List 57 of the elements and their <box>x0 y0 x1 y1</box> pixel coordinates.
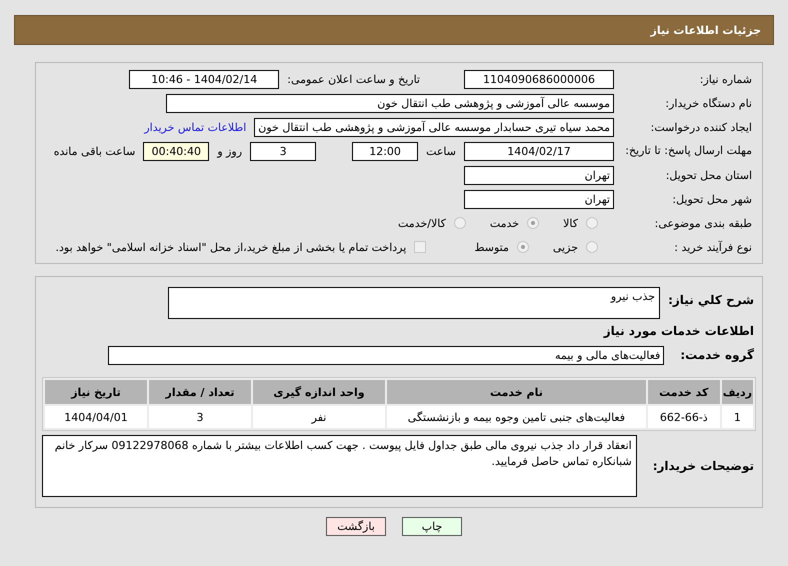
radio-button[interactable] <box>516 241 529 253</box>
announce-date-field: 1404/02/14 - 10:46 <box>129 70 280 88</box>
requester-field: محمد سیاه تیری حسابدار موسسه عالی آموزشی و پژوهشی طب انتقال خون <box>254 118 614 136</box>
radio-label: خدمت <box>490 216 520 230</box>
table-cell: 3 <box>149 406 251 428</box>
window-title: جزئیات اطلاعات نیاز <box>650 24 761 36</box>
service-group-field: فعالیت‌های مالی و بیمه <box>108 346 664 364</box>
deadline-date-field: 1404/02/17 <box>464 142 614 160</box>
table-cell: نفر <box>253 406 385 428</box>
need-number-field: 1104090686000006 <box>464 70 614 88</box>
field-label: ساعت <box>426 144 456 158</box>
column-header: تاریخ نیاز <box>45 380 147 404</box>
deadline-time-field: 12:00 <box>352 142 418 160</box>
column-header: تعداد / مقدار <box>149 380 251 404</box>
remaining-time-field: 00:40:40 <box>143 142 210 160</box>
province-field: تهران <box>464 166 614 184</box>
table-cell: ذ-66-662 <box>648 406 720 428</box>
radio-label: کالا/خدمت <box>398 216 446 230</box>
radio-button[interactable] <box>586 217 598 229</box>
field-label: استان محل تحویل: <box>664 168 753 182</box>
field-label: طبقه بندی موضوعی: <box>654 216 753 230</box>
radio-button[interactable] <box>527 217 540 229</box>
back-button[interactable]: بازگشت <box>326 517 386 536</box>
checkbox-label: پرداخت تمام یا بخشی از مبلغ خرید،از محل "اسناد خزانه اسلامی" خواهد بود. <box>56 240 406 254</box>
field-label: شماره نیاز: <box>698 72 753 86</box>
days-field: 3 <box>250 142 316 160</box>
field-label: گروه خدمت: <box>680 348 755 362</box>
buyer-contact-link[interactable]: اطلاعات تماس خریدار <box>144 120 246 134</box>
field-label: نوع فرآیند خرید : <box>673 240 753 254</box>
field-label: روز و <box>217 144 242 158</box>
radio-label: جزیی <box>552 240 578 254</box>
section-heading: اطلاعات خدمات مورد نیاز <box>604 324 755 338</box>
checkbox[interactable] <box>414 241 426 253</box>
radio-button[interactable] <box>454 217 466 229</box>
print-button[interactable]: چاپ <box>402 517 462 536</box>
column-header: واحد اندازه گیری <box>253 380 385 404</box>
radio-button[interactable] <box>586 241 598 253</box>
column-header: کد خدمت <box>648 380 720 404</box>
field-label: مهلت ارسال پاسخ: تا تاریخ: <box>624 144 753 158</box>
radio-label: متوسط <box>474 240 509 254</box>
field-label: تاریخ و ساعت اعلان عمومی: <box>287 72 420 86</box>
table-cell: 1404/04/01 <box>45 406 147 428</box>
field-label: ایجاد کننده درخواست: <box>650 120 753 134</box>
buyer-org-field: موسسه عالی آموزشی و پژوهشی طب انتقال خون <box>166 94 614 112</box>
column-header: ردیف <box>722 380 753 404</box>
table-cell: فعالیت‌های جنبی تامین وجوه بیمه و بازنشستگی <box>387 406 646 428</box>
field-label: شهر محل تحویل: <box>671 192 753 206</box>
field-label: شرح کلي نیاز: <box>668 293 755 307</box>
field-label: توضیحات خریدار: <box>652 459 755 473</box>
radio-label: کالا <box>563 216 578 230</box>
field-label: نام دستگاه خریدار: <box>664 96 753 110</box>
buyer-notes-field: انعقاد قرار داد جذب نیروی مالی طبق جداول فایل پیوست . جهت کسب اطلاعات بیشتر با شماره 09122978068 سرکار خانم شبانکاره تماس حاصل فرمایید. <box>42 435 637 497</box>
table-cell: 1 <box>722 406 753 428</box>
city-field: تهران <box>464 190 614 208</box>
column-header: نام خدمت <box>387 380 646 404</box>
description-field: جذب نیرو <box>168 287 660 319</box>
field-label: ساعت باقی مانده <box>54 144 136 158</box>
